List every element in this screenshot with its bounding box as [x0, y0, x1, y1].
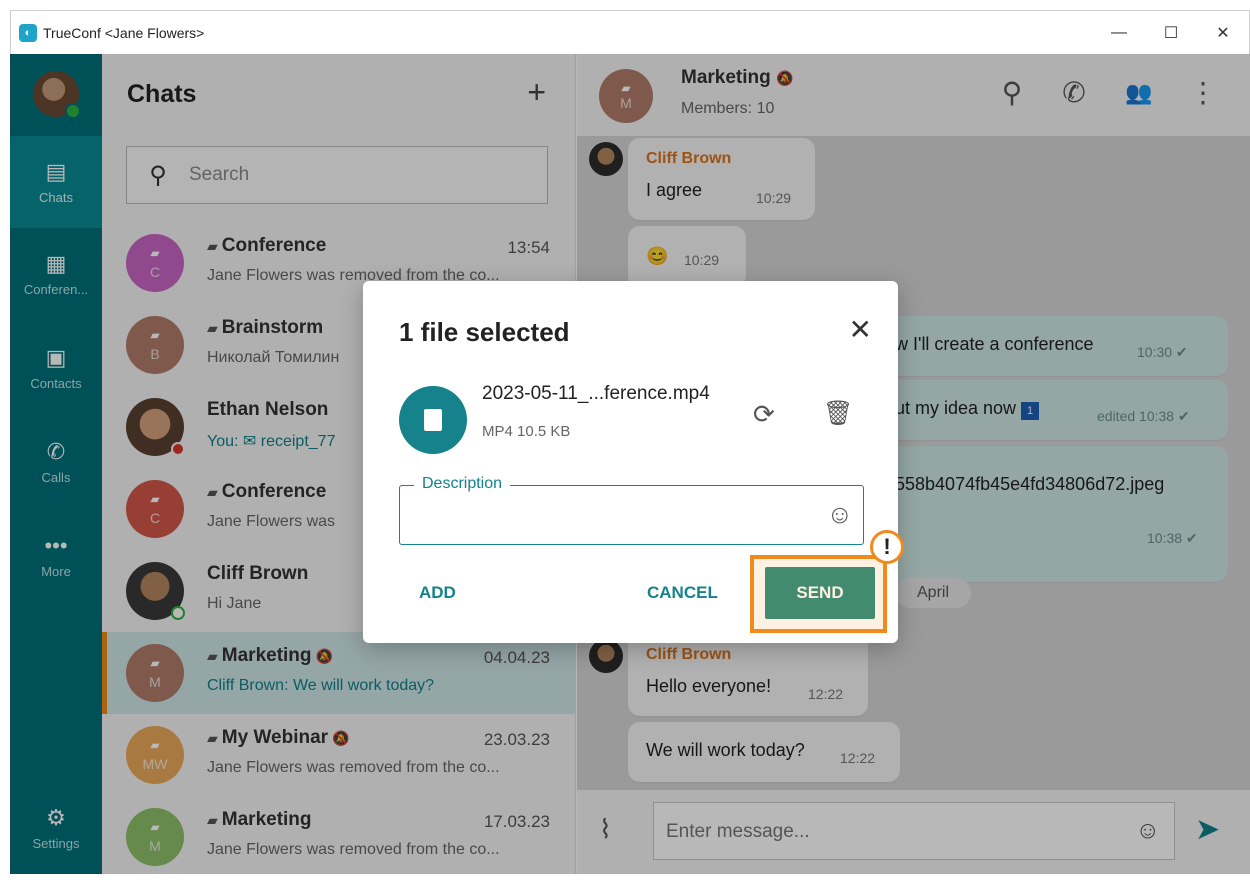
description-field[interactable]: Description ☺ — [399, 475, 864, 545]
file-icon — [399, 386, 467, 454]
close-window-button[interactable]: ✕ — [1197, 11, 1249, 54]
close-icon[interactable]: ✕ — [849, 313, 872, 346]
description-label: Description — [414, 475, 511, 493]
file-name: 2023-05-11_...ference.mp4 — [482, 383, 710, 404]
delete-icon[interactable]: 🗑 — [823, 399, 853, 428]
maximize-button[interactable]: ☐ — [1145, 11, 1197, 54]
app-window: ▤ Chats ▦ Conferen... ▣ Contacts ✆ Calls… — [10, 54, 1250, 874]
dialog-title: 1 file selected — [399, 317, 570, 347]
replace-file-icon[interactable]: ⟳ — [753, 399, 775, 430]
window-titlebar: ◐ TrueConf <Jane Flowers> — ☐ ✕ — [10, 10, 1250, 54]
minimize-button[interactable]: — — [1093, 11, 1145, 54]
attention-marker: ! — [870, 530, 904, 564]
send-button-highlight — [750, 555, 887, 633]
file-meta: MP4 10.5 KB — [482, 423, 571, 440]
trueconf-logo-icon: ◐ — [19, 23, 37, 42]
add-button[interactable]: ADD — [419, 583, 456, 603]
window-title: TrueConf <Jane Flowers> — [43, 24, 205, 41]
emoji-icon[interactable]: ☺ — [826, 499, 853, 530]
cancel-button[interactable]: CANCEL — [647, 583, 718, 603]
